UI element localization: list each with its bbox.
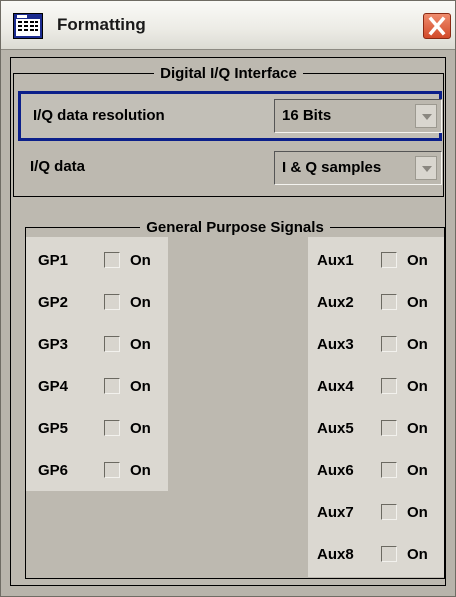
general-purpose-signals-legend: General Purpose Signals [146,219,324,236]
gp2-checkbox[interactable] [104,294,120,310]
aux5-on-label: On [407,420,428,437]
window-title: Formatting [57,15,146,34]
gp6-checkbox[interactable] [104,462,120,478]
gp5-on-label: On [130,420,151,437]
aux1-label: Aux1 [317,252,354,269]
iq-data-resolution-value: 16 Bits [282,107,332,124]
iq-data-row[interactable]: I/Q data I & Q samples [18,143,442,193]
gp4-on-label: On [130,378,151,395]
aux4-label: Aux4 [317,378,354,395]
gp-column [26,237,168,491]
aux4-on-label: On [407,378,428,395]
aux5-label: Aux5 [317,420,354,437]
gp4-label: GP4 [38,378,69,395]
close-button[interactable] [423,13,451,39]
gp2-on-label: On [130,294,151,311]
aux7-label: Aux7 [317,504,354,521]
aux7-checkbox[interactable] [381,504,397,520]
chevron-down-icon[interactable] [415,104,437,128]
aux8-on-label: On [407,546,428,563]
gp6-label: GP6 [38,462,69,479]
aux1-checkbox[interactable] [381,252,397,268]
iq-data-resolution-label: I/Q data resolution [33,107,165,124]
gp3-label: GP3 [38,336,69,353]
formatting-app-icon [13,13,43,39]
aux1-on-label: On [407,252,428,269]
close-icon [428,16,446,36]
iq-data-label: I/Q data [30,158,86,175]
iq-data-select[interactable]: I & Q samples [274,151,442,185]
aux5-checkbox[interactable] [381,420,397,436]
aux7-on-label: On [407,504,428,521]
aux2-on-label: On [407,294,428,311]
aux3-checkbox[interactable] [381,336,397,352]
formatting-dialog: Formatting Digital I/Q Interface I/Q dat… [0,0,456,597]
aux4-checkbox[interactable] [381,378,397,394]
gp5-label: GP5 [38,420,69,437]
gp1-checkbox[interactable] [104,252,120,268]
aux-column [308,237,444,577]
gp4-checkbox[interactable] [104,378,120,394]
aux2-checkbox[interactable] [381,294,397,310]
gp1-on-label: On [130,252,151,269]
gp2-label: GP2 [38,294,69,311]
chevron-down-icon[interactable] [415,156,437,180]
title-bar[interactable]: Formatting [1,1,455,50]
gp5-checkbox[interactable] [104,420,120,436]
aux8-label: Aux8 [317,546,354,563]
aux3-on-label: On [407,336,428,353]
aux6-on-label: On [407,462,428,479]
aux3-label: Aux3 [317,336,354,353]
gp3-on-label: On [130,336,151,353]
aux8-checkbox[interactable] [381,546,397,562]
iq-data-resolution-row[interactable]: I/Q data resolution 16 Bits [18,91,442,141]
aux6-checkbox[interactable] [381,462,397,478]
gp3-checkbox[interactable] [104,336,120,352]
aux2-label: Aux2 [317,294,354,311]
iq-data-resolution-select[interactable]: 16 Bits [274,99,442,133]
digital-iq-interface-legend: Digital I/Q Interface [160,65,297,82]
gp6-on-label: On [130,462,151,479]
aux6-label: Aux6 [317,462,354,479]
gp1-label: GP1 [38,252,69,269]
iq-data-value: I & Q samples [282,159,382,176]
